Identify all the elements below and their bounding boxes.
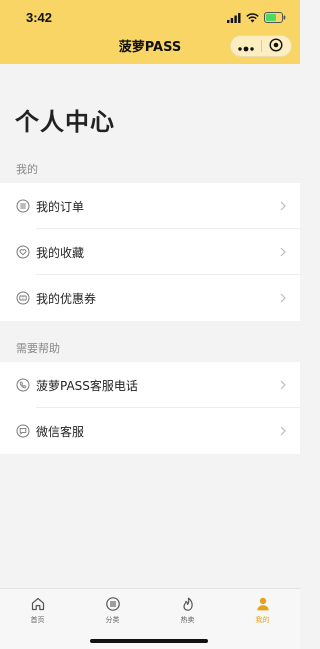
list-circle-icon	[16, 199, 30, 213]
chat-circle-icon	[16, 424, 30, 438]
section-label-help: 需要帮助	[16, 342, 60, 355]
menu-item-favorites[interactable]: 我的收藏	[0, 229, 300, 275]
chevron-right-icon	[280, 247, 286, 257]
section-label-mine: 我的	[16, 163, 38, 176]
menu-item-label: 我的优惠券	[36, 291, 97, 306]
list-mine: 我的订单 我的收藏 我的优惠券	[0, 183, 300, 321]
heart-circle-icon	[16, 245, 30, 259]
coupon-circle-icon	[16, 291, 30, 305]
more-dots-icon	[237, 37, 255, 56]
tab-mine[interactable]: 我的	[225, 589, 300, 649]
phone-circle-icon	[16, 378, 30, 392]
chevron-right-icon	[280, 426, 286, 436]
chevron-right-icon	[280, 293, 286, 303]
list-help: 菠萝PASS客服电话 微信客服	[0, 362, 300, 454]
target-circle-icon	[269, 37, 283, 56]
tab-label: 分类	[105, 616, 120, 624]
status-time: 3:42	[26, 10, 53, 25]
menu-item-orders[interactable]: 我的订单	[0, 183, 300, 229]
tab-label: 热卖	[180, 616, 195, 624]
tab-home[interactable]: 首页	[0, 589, 75, 649]
menu-item-wechat-service[interactable]: 微信客服	[0, 408, 300, 454]
close-button[interactable]	[262, 37, 292, 56]
status-bar: 3:42	[0, 0, 300, 30]
menu-item-label: 我的收藏	[36, 245, 85, 260]
more-button[interactable]	[231, 37, 261, 56]
status-icons	[227, 11, 286, 23]
menu-item-label: 我的订单	[36, 199, 85, 214]
header: 3:42 菠萝PASS	[0, 0, 300, 64]
home-indicator	[90, 639, 208, 643]
tab-label: 我的	[255, 616, 270, 624]
wifi-icon	[246, 8, 259, 27]
list-icon	[105, 596, 121, 612]
chevron-right-icon	[280, 201, 286, 211]
menu-item-label: 菠萝PASS客服电话	[36, 378, 138, 393]
signal-icon	[227, 8, 241, 27]
person-icon	[255, 596, 271, 612]
mini-program-capsule	[230, 35, 292, 57]
menu-item-coupons[interactable]: 我的优惠券	[0, 275, 300, 321]
flame-icon	[180, 596, 196, 612]
page-title: 个人中心	[15, 108, 115, 136]
chevron-right-icon	[280, 380, 286, 390]
battery-icon	[264, 8, 286, 27]
menu-item-label: 微信客服	[36, 424, 85, 439]
tab-label: 首页	[30, 616, 45, 624]
menu-item-hotline[interactable]: 菠萝PASS客服电话	[0, 362, 300, 408]
home-icon	[30, 596, 46, 612]
